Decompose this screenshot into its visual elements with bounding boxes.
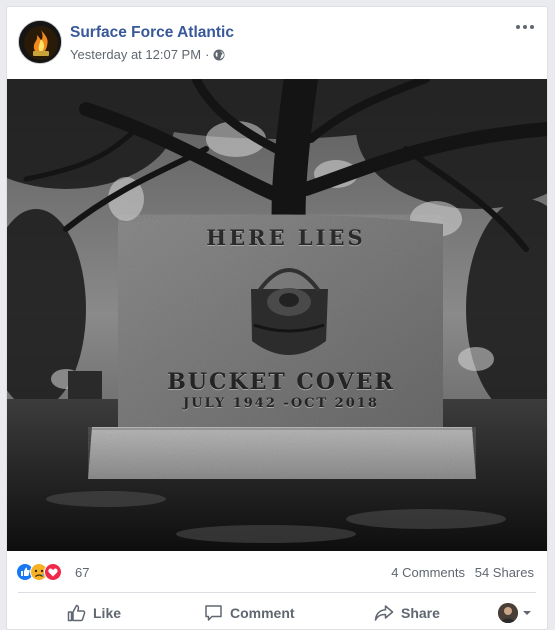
reaction-icons[interactable] bbox=[16, 563, 76, 581]
reaction-count[interactable]: 67 bbox=[75, 565, 89, 580]
like-button[interactable]: Like bbox=[67, 595, 122, 629]
post-meta: Yesterday at 12:07 PM · bbox=[70, 47, 225, 62]
flame-logo-icon bbox=[19, 21, 61, 63]
share-label: Share bbox=[401, 605, 440, 621]
dot bbox=[530, 25, 534, 29]
page-avatar[interactable] bbox=[18, 20, 62, 64]
comment-label: Comment bbox=[230, 605, 295, 621]
user-avatar bbox=[498, 603, 518, 623]
share-button[interactable]: Share bbox=[374, 595, 440, 629]
engraved-dates: JULY 1942 -OCT 2018 bbox=[183, 396, 379, 411]
thumbs-up-icon bbox=[67, 604, 86, 622]
engagement-summary: 67 4 Comments 54 Shares bbox=[7, 556, 547, 588]
post-header: Surface Force Atlantic Yesterday at 12:0… bbox=[7, 7, 547, 79]
comments-count-link[interactable]: 4 Comments bbox=[391, 565, 465, 580]
meta-separator: · bbox=[205, 47, 210, 62]
page-name-link[interactable]: Surface Force Atlantic bbox=[70, 24, 234, 42]
globe-icon[interactable] bbox=[213, 49, 225, 61]
post-timestamp[interactable]: Yesterday at 12:07 PM bbox=[70, 47, 201, 62]
post-actions: Like Comment Share bbox=[7, 595, 547, 629]
love-reaction-icon bbox=[44, 563, 62, 581]
gravestone-image bbox=[7, 79, 547, 551]
dot bbox=[516, 25, 520, 29]
dot bbox=[523, 25, 527, 29]
comment-bubble-icon bbox=[205, 605, 222, 621]
engraved-headline: HERE LIES bbox=[206, 225, 366, 250]
post-card: Surface Force Atlantic Yesterday at 12:0… bbox=[6, 6, 548, 630]
share-arrow-icon bbox=[374, 605, 394, 621]
reaction-as-selector[interactable] bbox=[498, 595, 532, 629]
chevron-down-icon bbox=[523, 611, 531, 615]
comment-button[interactable]: Comment bbox=[204, 595, 295, 629]
action-divider bbox=[18, 592, 536, 593]
like-label: Like bbox=[93, 605, 122, 621]
post-image[interactable]: HERE LIES BUCKET COVER JULY 1942 -OCT 20… bbox=[7, 79, 547, 551]
shares-count-link[interactable]: 54 Shares bbox=[475, 565, 534, 580]
more-options-icon[interactable] bbox=[513, 19, 537, 35]
engraved-name: BUCKET COVER bbox=[167, 369, 395, 395]
